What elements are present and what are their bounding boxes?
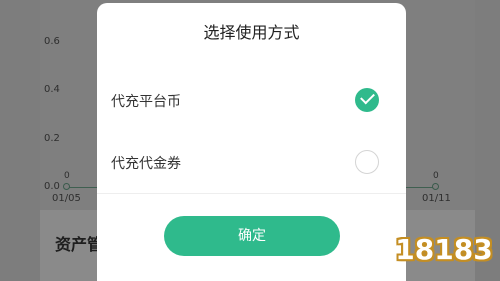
chart-point-label: 0 [64, 171, 70, 181]
unchecked-radio-icon[interactable] [355, 150, 379, 174]
chart-point [63, 183, 70, 190]
chart-point-label: 0 [433, 171, 439, 181]
watermark-text: 18183 [395, 233, 493, 266]
checkmark-icon [360, 89, 375, 105]
confirm-button[interactable]: 确定 [164, 216, 340, 256]
y-tick-label: 0.4 [44, 84, 60, 95]
option-platform-coin[interactable]: 代充平台币 [97, 81, 406, 121]
site-watermark-logo: 18183 [392, 233, 496, 273]
y-tick-label: 0.2 [44, 133, 60, 144]
divider [97, 193, 406, 194]
option-label: 代充平台币 [111, 94, 181, 110]
dialog-title: 选择使用方式 [203, 23, 300, 42]
chart-point [432, 183, 439, 190]
payment-method-dialog: 选择使用方式 代充平台币 代充代金券 确定 [97, 3, 406, 281]
checked-radio-icon[interactable] [355, 88, 379, 112]
option-voucher[interactable]: 代充代金券 [97, 143, 406, 183]
option-label: 代充代金券 [111, 156, 181, 172]
x-tick-label: 01/11 [422, 193, 451, 204]
section-title: 资产管 [55, 235, 104, 254]
x-tick-label: 01/05 [52, 193, 81, 204]
y-tick-label: 0.6 [44, 36, 60, 47]
y-tick-label: 0.0 [44, 181, 60, 192]
